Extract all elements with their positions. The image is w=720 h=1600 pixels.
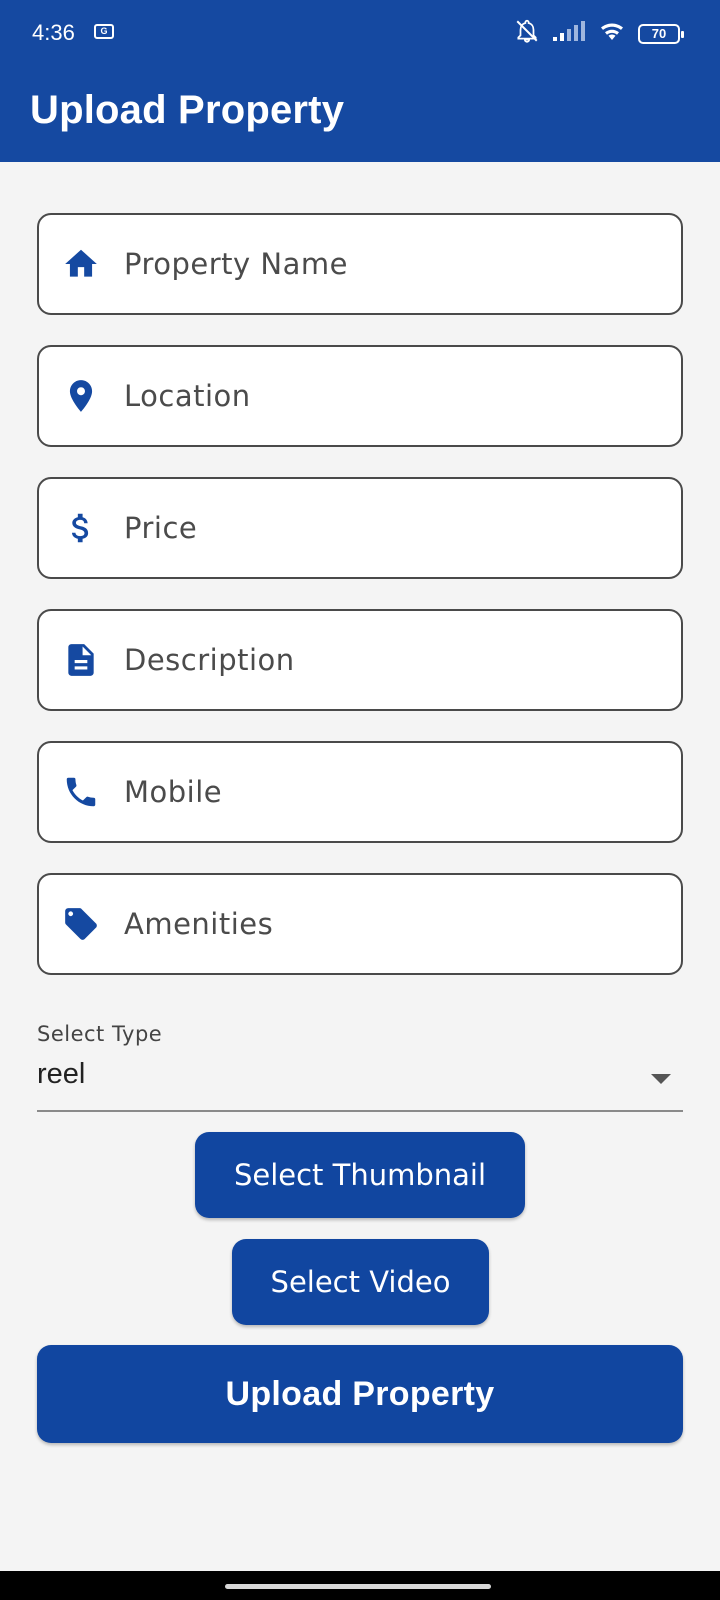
document-icon bbox=[61, 640, 101, 680]
g-square-icon: G bbox=[94, 24, 114, 39]
wifi-icon bbox=[598, 19, 626, 48]
status-icons: 70 bbox=[514, 18, 684, 49]
select-type-value: reel bbox=[37, 1058, 86, 1090]
location-input[interactable] bbox=[124, 379, 644, 413]
property-name-field[interactable] bbox=[37, 213, 683, 315]
mobile-field[interactable] bbox=[37, 741, 683, 843]
app-bar: Upload Property bbox=[0, 66, 720, 162]
amenities-field[interactable] bbox=[37, 873, 683, 975]
dollar-icon bbox=[61, 508, 101, 548]
select-video-button[interactable]: Select Video bbox=[232, 1239, 489, 1325]
description-input[interactable] bbox=[124, 643, 644, 677]
amenities-input[interactable] bbox=[124, 907, 644, 941]
system-nav-bar bbox=[0, 1571, 720, 1600]
location-pin-icon bbox=[61, 376, 101, 416]
page-title: Upload Property bbox=[30, 88, 345, 132]
property-name-input[interactable] bbox=[124, 247, 644, 281]
price-field[interactable] bbox=[37, 477, 683, 579]
mobile-input[interactable] bbox=[124, 775, 644, 809]
battery-icon: 70 bbox=[638, 23, 684, 44]
select-thumbnail-button[interactable]: Select Thumbnail bbox=[195, 1132, 525, 1218]
home-gesture-handle[interactable] bbox=[225, 1584, 491, 1589]
phone-icon bbox=[61, 772, 101, 812]
location-field[interactable] bbox=[37, 345, 683, 447]
tag-icon bbox=[61, 904, 101, 944]
price-input[interactable] bbox=[124, 511, 644, 545]
status-time: 4:36 bbox=[32, 20, 75, 45]
description-field[interactable] bbox=[37, 609, 683, 711]
select-type-dropdown[interactable]: reel bbox=[37, 1052, 683, 1112]
select-type-label: Select Type bbox=[37, 1022, 163, 1046]
bell-off-icon bbox=[514, 18, 540, 49]
home-icon bbox=[61, 244, 101, 284]
upload-property-button[interactable]: Upload Property bbox=[37, 1345, 683, 1443]
status-bar: 4:36 G 70 bbox=[0, 0, 720, 66]
dropdown-arrow-icon bbox=[651, 1074, 671, 1084]
signal-icon bbox=[552, 20, 586, 47]
